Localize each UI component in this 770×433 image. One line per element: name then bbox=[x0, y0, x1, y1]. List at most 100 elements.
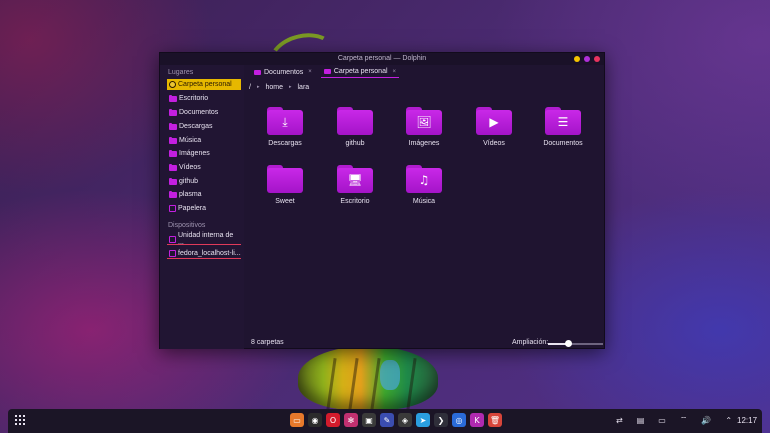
sidebar-item-label: Documentos bbox=[179, 109, 219, 116]
sidebar-device-internal[interactable]: Unidad interna de ... bbox=[167, 232, 241, 246]
wallpaper-beetle bbox=[298, 346, 438, 410]
tab-bar: Documentos × Carpeta personal × bbox=[245, 65, 605, 79]
opera-icon[interactable]: O bbox=[326, 413, 340, 427]
sidebar-item-label: Papelera bbox=[178, 205, 207, 212]
breadcrumb-root[interactable]: / bbox=[249, 84, 251, 91]
sidebar-item-label: Música bbox=[179, 137, 202, 144]
folder-escritorio[interactable]: 🖥 Escritorio bbox=[325, 165, 385, 205]
image-icon: 🖼 bbox=[416, 115, 432, 129]
places-header: Lugares bbox=[168, 69, 194, 76]
folder-musica[interactable]: ♫ Música bbox=[394, 165, 454, 205]
folder-icon bbox=[323, 69, 331, 74]
trash-icon bbox=[169, 205, 176, 212]
wifi-icon[interactable]: ⌔ bbox=[680, 415, 688, 425]
tab-carpeta-personal[interactable]: Carpeta personal × bbox=[320, 66, 400, 78]
telegram-icon[interactable]: ➤ bbox=[416, 413, 430, 427]
store-icon[interactable]: ▣ bbox=[362, 413, 376, 427]
folder-label: Escritorio bbox=[340, 198, 370, 205]
breadcrumb-separator-icon[interactable]: ▸ bbox=[289, 84, 292, 90]
folder-videos[interactable]: ▶ Vídeos bbox=[464, 107, 524, 147]
kde-connect-icon[interactable]: K bbox=[470, 413, 484, 427]
window-title: Carpeta personal — Dolphin bbox=[337, 55, 427, 62]
folder-sweet[interactable]: Sweet bbox=[255, 165, 315, 205]
breadcrumb-lara[interactable]: lara bbox=[298, 84, 310, 91]
sidebar-item-musica[interactable]: Música bbox=[167, 135, 241, 146]
folder-documentos[interactable]: ☰ Documentos bbox=[533, 107, 593, 147]
taskbar: ▭ ◉ O ✻ ▣ ✎ ◈ ➤ ❯ ◎ K 🗑 ⇄ ▤ ▭ ⌔ 🔊 ⌃ 12:17 bbox=[8, 409, 762, 433]
folder-label: Vídeos bbox=[483, 140, 505, 147]
folder-icon bbox=[169, 163, 177, 171]
sidebar-item-label: Escritorio bbox=[179, 95, 209, 102]
tab-close-icon[interactable]: × bbox=[308, 69, 312, 75]
zoom-slider-handle[interactable] bbox=[565, 340, 573, 347]
sync-icon[interactable]: ⇄ bbox=[616, 416, 623, 425]
folder-github[interactable]: github bbox=[325, 107, 385, 147]
storage-icon[interactable]: ▤ bbox=[637, 416, 645, 425]
window-titlebar[interactable]: Carpeta personal — Dolphin bbox=[160, 53, 604, 65]
folder-icon bbox=[169, 108, 177, 116]
tab-label: Carpeta personal bbox=[333, 68, 388, 75]
sidebar-item-label: github bbox=[179, 178, 199, 185]
maximize-button[interactable] bbox=[584, 56, 590, 62]
download-icon: ⤓ bbox=[282, 115, 288, 129]
tab-documentos[interactable]: Documentos × bbox=[251, 66, 315, 78]
sidebar-item-documentos[interactable]: Documentos bbox=[167, 107, 241, 118]
folder-descargas[interactable]: ⤓ Descargas bbox=[255, 107, 315, 147]
zoom-label: Ampliación: bbox=[512, 339, 549, 346]
volume-icon[interactable]: 🔊 bbox=[701, 416, 711, 425]
expand-tray-icon[interactable]: ⌃ bbox=[725, 416, 732, 425]
folder-icon bbox=[169, 122, 177, 130]
clock[interactable]: 12:17 bbox=[737, 416, 757, 425]
music-icon: ♫ bbox=[418, 173, 430, 187]
terminal-icon[interactable]: ❯ bbox=[434, 413, 448, 427]
trash-icon[interactable]: 🗑 bbox=[488, 413, 502, 427]
sidebar-item-papelera[interactable]: Papelera bbox=[167, 203, 241, 214]
breadcrumb-separator-icon[interactable]: ▸ bbox=[257, 84, 260, 90]
close-button[interactable] bbox=[594, 56, 600, 62]
folder-count: 8 carpetas bbox=[251, 339, 284, 346]
sidebar-item-imagenes[interactable]: Imágenes bbox=[167, 148, 241, 159]
devices-header: Dispositivos bbox=[168, 222, 206, 229]
app-icon[interactable]: ◎ bbox=[452, 413, 466, 427]
document-icon: ☰ bbox=[557, 115, 569, 129]
image-viewer-icon[interactable]: ◈ bbox=[398, 413, 412, 427]
window-controls bbox=[574, 56, 600, 62]
sidebar-item-label: Imágenes bbox=[179, 150, 210, 157]
folder-label: Documentos bbox=[543, 140, 583, 147]
breadcrumb: / ▸ home ▸ lara bbox=[249, 81, 309, 93]
dolphin-window: Carpeta personal — Dolphin Lugares Carpe… bbox=[159, 52, 605, 349]
files-icon[interactable]: ▭ bbox=[290, 413, 304, 427]
battery-icon[interactable]: ▭ bbox=[658, 416, 666, 425]
drive-icon bbox=[169, 235, 176, 243]
places-sidebar: Lugares Carpeta personal Escritorio Docu… bbox=[160, 65, 244, 349]
desktop-icon: 🖥 bbox=[347, 173, 363, 187]
settings-icon[interactable]: ✻ bbox=[344, 413, 358, 427]
folder-label: github bbox=[345, 140, 365, 147]
sidebar-item-escritorio[interactable]: Escritorio bbox=[167, 93, 241, 104]
folder-icon bbox=[169, 149, 177, 157]
sidebar-item-descargas[interactable]: Descargas bbox=[167, 121, 241, 132]
folder-icon bbox=[169, 94, 177, 102]
sidebar-item-label: Carpeta personal bbox=[178, 81, 232, 88]
folder-icon bbox=[169, 136, 177, 144]
folder-label: Descargas bbox=[268, 140, 302, 147]
folder-label: Imágenes bbox=[408, 140, 440, 147]
sidebar-item-plasma[interactable]: plasma bbox=[167, 189, 241, 200]
drive-icon bbox=[169, 249, 176, 257]
status-bar: 8 carpetas Ampliación: bbox=[245, 336, 605, 348]
editor-icon[interactable]: ✎ bbox=[380, 413, 394, 427]
zoom-slider[interactable] bbox=[548, 340, 603, 347]
app-launcher-icon[interactable] bbox=[15, 415, 25, 425]
tab-close-icon[interactable]: × bbox=[393, 69, 397, 75]
sidebar-item-home[interactable]: Carpeta personal bbox=[167, 79, 241, 90]
sidebar-item-github[interactable]: github bbox=[167, 176, 241, 187]
sidebar-item-label: plasma bbox=[179, 191, 202, 198]
folder-icon bbox=[169, 177, 177, 185]
minimize-button[interactable] bbox=[574, 56, 580, 62]
breadcrumb-home[interactable]: home bbox=[265, 84, 283, 91]
chrome-icon[interactable]: ◉ bbox=[308, 413, 322, 427]
sidebar-item-videos[interactable]: Vídeos bbox=[167, 162, 241, 173]
folder-imagenes[interactable]: 🖼 Imágenes bbox=[394, 107, 454, 147]
sidebar-device-fedora[interactable]: fedora_localhost-li... bbox=[167, 248, 241, 259]
folder-label: Sweet bbox=[275, 198, 295, 205]
